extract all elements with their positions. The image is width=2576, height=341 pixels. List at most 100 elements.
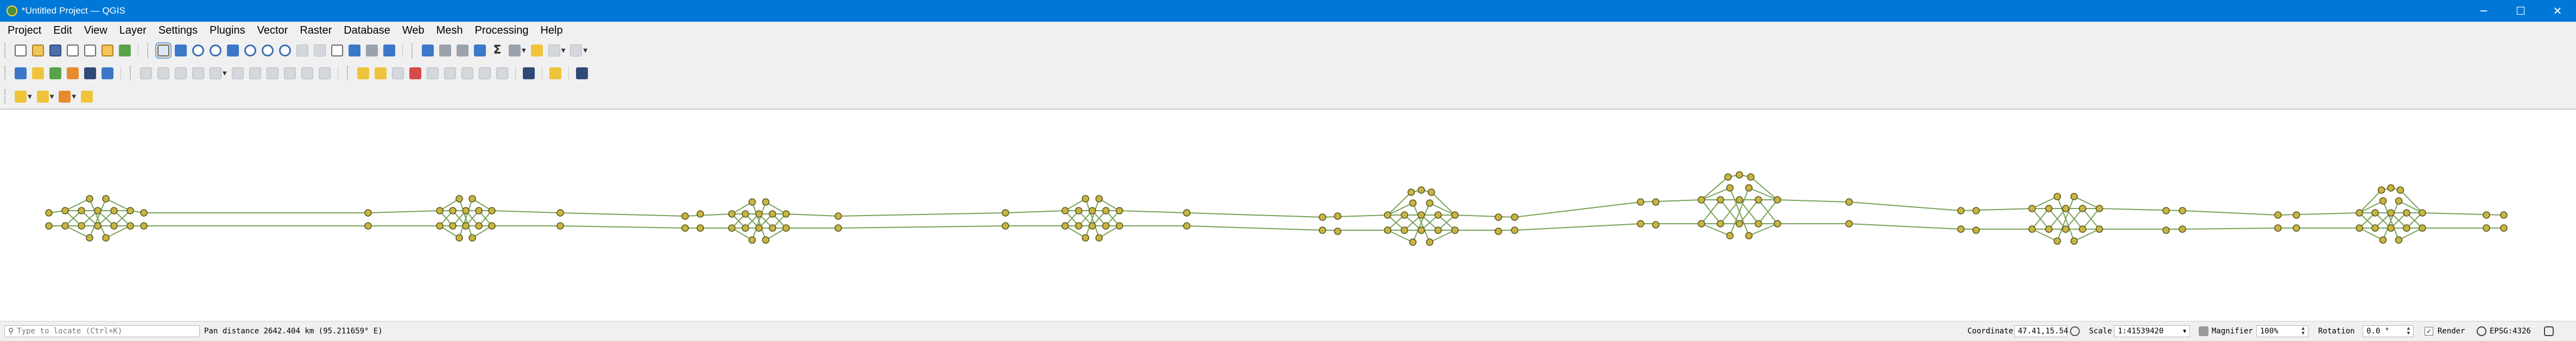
refresh-icon[interactable] [383,45,395,56]
rotate-label-icon[interactable] [461,67,473,79]
render-toggle[interactable]: ✓ Render [2425,321,2465,341]
label-icon[interactable] [357,67,369,79]
menu-raster[interactable]: Raster [294,22,338,39]
close-button[interactable]: ✕ [2539,0,2576,22]
new-3d-map-view-icon[interactable] [349,45,360,56]
processing-toolbox-icon[interactable] [474,45,486,56]
pan-map-icon[interactable] [155,42,172,59]
new-project-icon[interactable] [15,45,27,56]
text-annotation-icon[interactable] [570,45,583,56]
layout-manager-icon[interactable] [102,45,113,56]
digitize-icon[interactable] [67,67,79,79]
chevron-down-icon[interactable]: ▼ [223,71,227,77]
map-canvas[interactable] [0,109,2576,321]
menu-help[interactable]: Help [534,22,568,39]
plugin-book-icon[interactable] [575,67,588,79]
menu-processing[interactable]: Processing [469,22,535,39]
chevron-down-icon[interactable]: ▼ [72,94,76,100]
new-map-view-icon[interactable] [331,45,343,56]
zoom-last-icon[interactable] [296,45,308,56]
scale-combobox[interactable]: 1:41539420 ▼ [2114,325,2190,337]
vertex-tool-icon[interactable] [210,67,221,79]
label-properties-icon[interactable] [496,67,508,79]
chevron-down-icon[interactable]: ▼ [50,94,54,100]
highlight-labels-icon[interactable] [409,67,421,79]
toolbar-handle[interactable] [412,43,416,58]
menu-layer[interactable]: Layer [113,22,153,39]
statistical-summary-icon[interactable]: Σ [491,45,503,56]
magnifier-spinbox[interactable]: 100% ▲ ▼ [2256,325,2308,337]
open-project-icon[interactable] [32,45,44,56]
toolbar-handle[interactable] [4,66,9,80]
toolbar-handle[interactable] [147,43,151,58]
new-bookmark-icon[interactable] [548,45,560,56]
current-edits-icon[interactable] [140,67,152,79]
move-label-icon[interactable] [444,67,456,79]
measure-line-icon[interactable] [509,45,521,56]
toolbar-handle[interactable] [130,66,134,80]
chevron-down-icon[interactable]: ▼ [28,94,32,100]
menu-view[interactable]: View [78,22,113,39]
python-console-icon[interactable] [549,67,561,79]
cut-features-icon[interactable] [249,67,261,79]
lock-scale-icon[interactable] [2199,326,2208,336]
open-attribute-table-icon[interactable] [439,45,451,56]
data-source-manager-icon[interactable] [15,67,27,79]
menu-settings[interactable]: Settings [153,22,204,39]
toggle-extents-icon[interactable] [2070,326,2080,336]
zoom-native-icon[interactable] [279,45,291,56]
minimize-button[interactable]: ─ [2465,0,2502,22]
toggle-editing-icon[interactable] [157,67,169,79]
save-layer-edits-icon[interactable] [175,67,187,79]
zoom-next-icon[interactable] [314,45,326,56]
locator-search-input[interactable]: ⚲ Type to locate (Ctrl+K) [4,325,200,337]
zoom-to-layer-icon[interactable] [262,45,274,56]
menu-edit[interactable]: Edit [47,22,78,39]
chevron-down-icon[interactable]: ▼ [583,48,587,54]
menu-web[interactable]: Web [396,22,431,39]
messages-icon[interactable] [2544,326,2554,336]
identify-features-icon[interactable] [422,45,434,56]
show-hide-labels-icon[interactable] [426,67,439,79]
save-as-icon[interactable] [67,45,79,56]
toolbar-handle[interactable] [4,90,9,104]
menu-mesh[interactable]: Mesh [431,22,469,39]
plugin-globe-icon[interactable] [522,67,535,79]
new-layer-icon[interactable] [32,67,44,79]
select-location-icon[interactable] [81,91,93,103]
maximize-button[interactable]: ☐ [2502,0,2539,22]
select-features-icon[interactable] [15,91,27,103]
paste-features-icon[interactable] [283,67,296,79]
undo-icon[interactable] [301,67,313,79]
zoom-in-icon[interactable] [192,45,204,56]
add-mesh-layer-icon[interactable] [102,67,113,79]
zoom-to-selection-icon[interactable] [244,45,256,56]
deselect-features-icon[interactable] [59,91,71,103]
add-raster-layer-icon[interactable] [84,67,96,79]
temporal-controller-icon[interactable] [366,45,378,56]
change-label-icon[interactable] [478,67,491,79]
pan-to-selection-icon[interactable] [175,45,187,56]
style-manager-icon[interactable] [119,45,131,56]
add-feature-icon[interactable] [192,67,204,79]
layer-labeling-icon[interactable] [374,67,387,79]
new-print-layout-icon[interactable] [84,45,96,56]
chevron-down-icon[interactable]: ▼ [522,48,526,54]
select-by-expression-icon[interactable] [36,91,49,103]
save-project-icon[interactable] [49,45,61,56]
menu-plugins[interactable]: Plugins [204,22,251,39]
chevron-down-icon[interactable]: ▼ [561,48,566,54]
crs-button[interactable]: EPSG:4326 [2477,321,2531,341]
toolbar-handle[interactable] [4,43,9,58]
render-checkbox[interactable]: ✓ [2425,327,2433,336]
menu-vector[interactable]: Vector [251,22,294,39]
delete-selected-icon[interactable] [231,67,244,79]
zoom-out-icon[interactable] [210,45,221,56]
menu-database[interactable]: Database [338,22,396,39]
add-vector-layer-icon[interactable] [49,67,61,79]
field-calculator-icon[interactable] [457,45,469,56]
copy-features-icon[interactable] [266,67,279,79]
map-tips-icon[interactable] [530,45,543,56]
menu-project[interactable]: Project [0,22,47,39]
toolbar-handle[interactable] [346,66,351,80]
